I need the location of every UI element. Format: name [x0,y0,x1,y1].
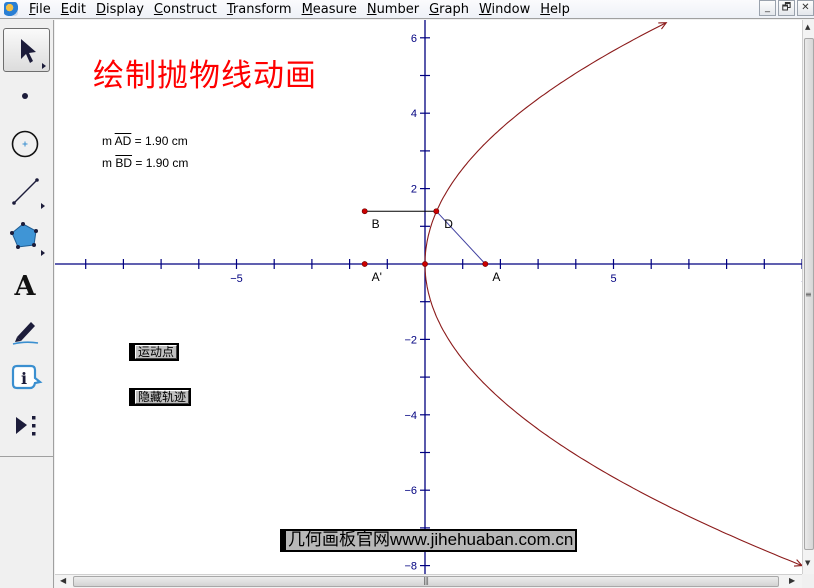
menu-display[interactable]: Display [91,0,149,19]
compass-circle-icon [11,130,39,158]
y-tick-label: −4 [404,410,417,422]
arrow-cursor-icon [21,39,46,69]
scroll-down-arrow[interactable]: ▼ [805,559,810,567]
animate-point-button[interactable]: 运动点 [129,343,180,361]
vertical-scrollbar[interactable]: ▲ ≡ ▼ [802,20,814,574]
text-tool[interactable]: A [3,264,50,308]
point-b [361,208,368,215]
custom-tools-icon [16,416,36,436]
menu-measure[interactable]: Measure [297,0,362,19]
point-origin [422,261,428,267]
scroll-left-arrow[interactable]: ◀ [60,576,66,585]
label-a: A [492,270,500,284]
polygon-icon [10,222,45,256]
label-a-prime: A' [372,270,382,284]
label-b: B [372,217,380,231]
x-tick-label: −5 [230,273,243,285]
y-tick-label: −6 [404,485,417,497]
menu-bar: File Edit Display Construct Transform Me… [0,0,814,19]
coordinate-plot: −551642−2−4−6−8AA'BD [55,20,802,574]
app-icon[interactable] [4,2,18,16]
sketch-title: 绘制抛物线动画 [93,58,317,94]
information-tool[interactable]: i [3,356,50,400]
menu-window[interactable]: Window [474,0,535,19]
text-a-icon: A [14,271,37,302]
point-icon [22,93,28,99]
selection-arrow-tool[interactable] [3,28,50,72]
point-tool[interactable] [3,74,50,118]
straightedge-tool[interactable] [3,170,50,214]
grip-icon: ≡ [805,290,812,299]
menu-construct[interactable]: Construct [149,0,222,19]
menu-transform[interactable]: Transform [222,0,297,19]
toolbox-empty-area [0,457,54,588]
svg-text:i: i [21,369,27,388]
svg-text:A: A [14,271,37,302]
menu-file[interactable]: File [24,0,56,19]
y-tick-label: −2 [404,334,417,346]
horizontal-scrollbar[interactable]: ◀ ||| ▶ [55,574,802,588]
compass-tool[interactable] [3,122,50,166]
custom-tools[interactable] [3,404,50,448]
measurement-bd[interactable]: m BD = 1.90 cm [102,156,188,170]
point-a-prime [361,261,368,267]
sketch-canvas[interactable]: −551642−2−4−6−8AA'BD 绘制抛物线动画 m AD = 1.90… [55,20,802,574]
toolbox: A i [0,20,54,457]
menu-number[interactable]: Number [362,0,424,19]
scroll-right-arrow[interactable]: ▶ [789,576,795,585]
parabola-trace [424,22,802,567]
window-controls: _ 🗗 ✕ [759,0,814,16]
label-d: D [444,217,453,231]
menu-help[interactable]: Help [535,0,575,19]
restore-button[interactable]: 🗗 [778,0,795,16]
y-tick-label: 2 [411,184,417,196]
marker-pen-icon [12,322,39,345]
segment-icon [12,178,45,209]
menu-edit[interactable]: Edit [56,0,91,19]
point-d [433,208,440,215]
polygon-tool[interactable] [3,216,50,260]
info-bubble-icon: i [11,364,43,390]
menu-graph[interactable]: Graph [424,0,474,19]
resize-corner[interactable] [802,574,814,588]
y-tick-label: 4 [411,108,417,120]
hide-trace-button[interactable]: 隐藏轨迹 [129,388,192,406]
geometers-sketchpad-window: File Edit Display Construct Transform Me… [0,0,814,588]
close-button[interactable]: ✕ [797,0,814,16]
measurement-ad[interactable]: m AD = 1.90 cm [102,134,188,148]
minimize-button[interactable]: _ [759,0,776,16]
y-tick-label: −8 [404,561,417,573]
grip-icon: ||| [423,576,429,585]
marker-tool[interactable] [3,310,50,354]
website-watermark: 几何画板官网www.jihehuaban.com.cn [280,529,578,552]
scroll-up-arrow[interactable]: ▲ [805,23,810,31]
y-tick-label: 6 [411,33,417,45]
point-a [482,261,489,267]
x-tick-label: 5 [610,273,616,285]
